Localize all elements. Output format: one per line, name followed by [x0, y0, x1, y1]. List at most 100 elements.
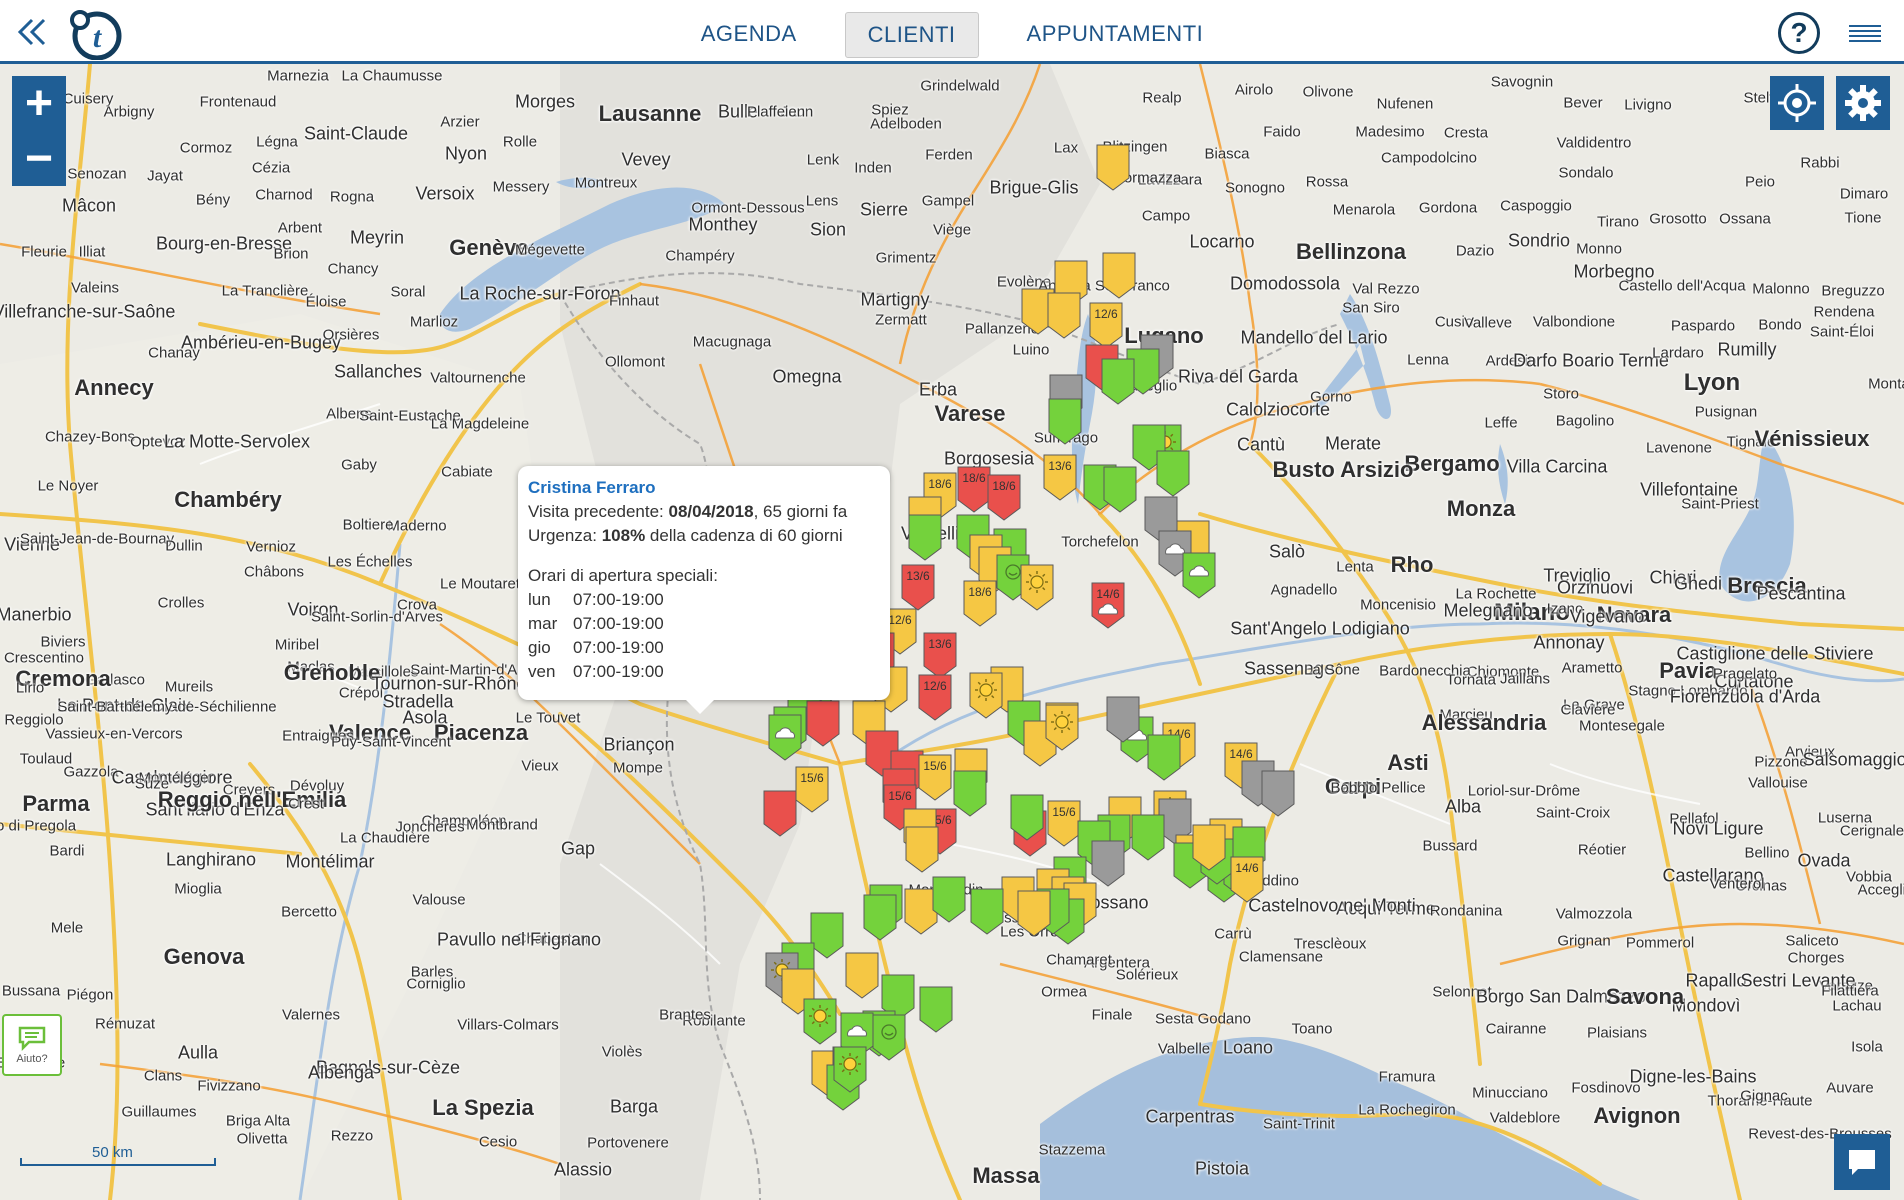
marker-date-label: 12/6: [1094, 307, 1118, 321]
previous-visit-suffix: , 65 giorni fa: [753, 502, 848, 521]
client-marker[interactable]: 15/6: [795, 766, 829, 813]
client-markers: 12/6 13/6 18/6 18/6 18/6 14/6 13/6 18/6 12/6 12/6…: [763, 144, 1295, 1111]
client-marker[interactable]: 13/6: [1043, 454, 1077, 501]
hours-title: Orari di apertura speciali:: [528, 566, 718, 585]
client-marker[interactable]: [919, 986, 953, 1033]
chat-bubble-icon: [18, 1026, 46, 1051]
client-marker[interactable]: [803, 998, 837, 1045]
help-widget-label: Aiuto?: [16, 1053, 48, 1065]
client-marker[interactable]: [908, 514, 942, 561]
help-button[interactable]: ?: [1778, 12, 1820, 54]
client-popup: Cristina Ferraro Visita precedente: 08/0…: [518, 466, 890, 714]
client-marker[interactable]: [1131, 814, 1165, 861]
client-marker[interactable]: [970, 888, 1004, 935]
client-marker[interactable]: [863, 894, 897, 941]
client-marker[interactable]: [905, 826, 939, 873]
marker-date-label: 15/6: [1052, 805, 1076, 819]
client-marker[interactable]: [1020, 564, 1054, 611]
client-marker[interactable]: [810, 912, 844, 959]
chat-icon[interactable]: [1834, 1134, 1890, 1190]
nav-appuntamenti[interactable]: APPUNTAMENTI: [1005, 12, 1226, 58]
gear-icon[interactable]: [1836, 76, 1890, 130]
popup-tail: [686, 700, 714, 714]
marker-date-label: 14/6: [1096, 587, 1120, 601]
client-marker[interactable]: [1096, 144, 1130, 191]
marker-date-label: 14/6: [1235, 861, 1259, 875]
hours-day: lun: [528, 590, 551, 609]
zoom-in-button[interactable]: +: [12, 76, 66, 131]
client-marker[interactable]: [953, 770, 987, 817]
urgency-label: Urgenza:: [528, 526, 602, 545]
client-marker[interactable]: [1091, 840, 1125, 887]
client-marker[interactable]: [768, 714, 802, 761]
client-marker[interactable]: 13/6: [923, 632, 957, 679]
marker-date-label: 18/6: [928, 477, 952, 491]
client-marker[interactable]: [1047, 292, 1081, 339]
hamburger-menu-icon[interactable]: [1847, 20, 1883, 48]
locate-me-icon[interactable]: [1770, 76, 1824, 130]
client-marker[interactable]: [1103, 466, 1137, 513]
hours-row: lun 07:00-19:00: [528, 588, 880, 612]
client-marker[interactable]: [806, 700, 840, 747]
marker-date-label: 15/6: [923, 759, 947, 773]
marker-date-label: 13/6: [928, 637, 952, 651]
main-nav: AGENDA CLIENTI APPUNTAMENTI: [0, 12, 1904, 58]
client-marker[interactable]: [1156, 450, 1190, 497]
marker-date-label: 18/6: [992, 479, 1016, 493]
hours-day: mar: [528, 614, 558, 633]
hours-time: 07:00-19:00: [573, 662, 664, 681]
marker-date-label: 13/6: [906, 569, 930, 583]
client-marker[interactable]: [904, 888, 938, 935]
zoom-out-button[interactable]: −: [12, 131, 66, 186]
zoom-control: + −: [12, 76, 66, 186]
help-chat-widget[interactable]: Aiuto?: [2, 1014, 62, 1076]
client-marker[interactable]: [969, 672, 1003, 719]
client-marker[interactable]: 18/6: [957, 466, 991, 513]
hours-day: ven: [528, 662, 556, 681]
nav-agenda[interactable]: AGENDA: [679, 12, 819, 58]
previous-visit: Visita precedente: 08/04/2018, 65 giorni…: [528, 500, 880, 524]
marker-date-label: 12/6: [888, 613, 912, 627]
hours-time: 07:00-19:00: [573, 614, 664, 633]
top-bar: t AGENDA CLIENTI APPUNTAMENTI ?: [0, 0, 1904, 64]
client-marker[interactable]: 14/6: [1230, 856, 1264, 903]
urgency-suffix: della cadenza di 60 giorni: [645, 526, 843, 545]
client-marker[interactable]: [1048, 398, 1082, 445]
client-marker[interactable]: 13/6: [901, 564, 935, 611]
client-marker[interactable]: [1102, 252, 1136, 299]
client-marker[interactable]: [763, 790, 797, 837]
previous-visit-date: 08/04/2018: [668, 502, 754, 521]
client-marker[interactable]: [1182, 552, 1216, 599]
hours-time: 07:00-19:00: [573, 638, 664, 657]
marker-date-label: 18/6: [962, 471, 986, 485]
urgency-value: 108%: [601, 526, 646, 545]
hours-row: gio 07:00-19:00: [528, 636, 880, 660]
client-marker[interactable]: 15/6: [1047, 800, 1081, 847]
client-marker[interactable]: [1261, 770, 1295, 817]
client-marker[interactable]: 12/6: [918, 674, 952, 721]
client-marker[interactable]: [845, 952, 879, 999]
marker-date-label: 12/6: [923, 679, 947, 693]
marker-date-label: 18/6: [968, 585, 992, 599]
marker-date-label: 14/6: [1229, 747, 1253, 761]
client-marker[interactable]: [1101, 358, 1135, 405]
marker-date-label: 13/6: [1048, 459, 1072, 473]
client-name[interactable]: Cristina Ferraro: [528, 476, 880, 500]
nav-clienti[interactable]: CLIENTI: [844, 12, 979, 58]
map-view[interactable]: Marnezia La Chaumusse Morges Lausanne Bulle J…: [0, 64, 1904, 1200]
hours-day: gio: [528, 638, 551, 657]
client-marker[interactable]: [1147, 734, 1181, 781]
urgency: Urgenza: 108% della cadenza di 60 giorni: [528, 524, 880, 548]
client-marker[interactable]: 18/6: [963, 580, 997, 627]
client-marker[interactable]: 18/6: [987, 474, 1021, 521]
marker-date-label: 15/6: [888, 789, 912, 803]
client-marker[interactable]: [1017, 890, 1051, 937]
hours-row: mar 07:00-19:00: [528, 612, 880, 636]
scale-bar: 50 km: [20, 1144, 216, 1166]
previous-visit-label: Visita precedente:: [528, 502, 669, 521]
hours-row: ven 07:00-19:00: [528, 660, 880, 684]
client-marker[interactable]: 15/6: [918, 754, 952, 801]
client-marker[interactable]: 14/6: [1091, 582, 1125, 629]
client-marker[interactable]: [932, 876, 966, 923]
client-marker[interactable]: 12/6: [1089, 302, 1123, 349]
